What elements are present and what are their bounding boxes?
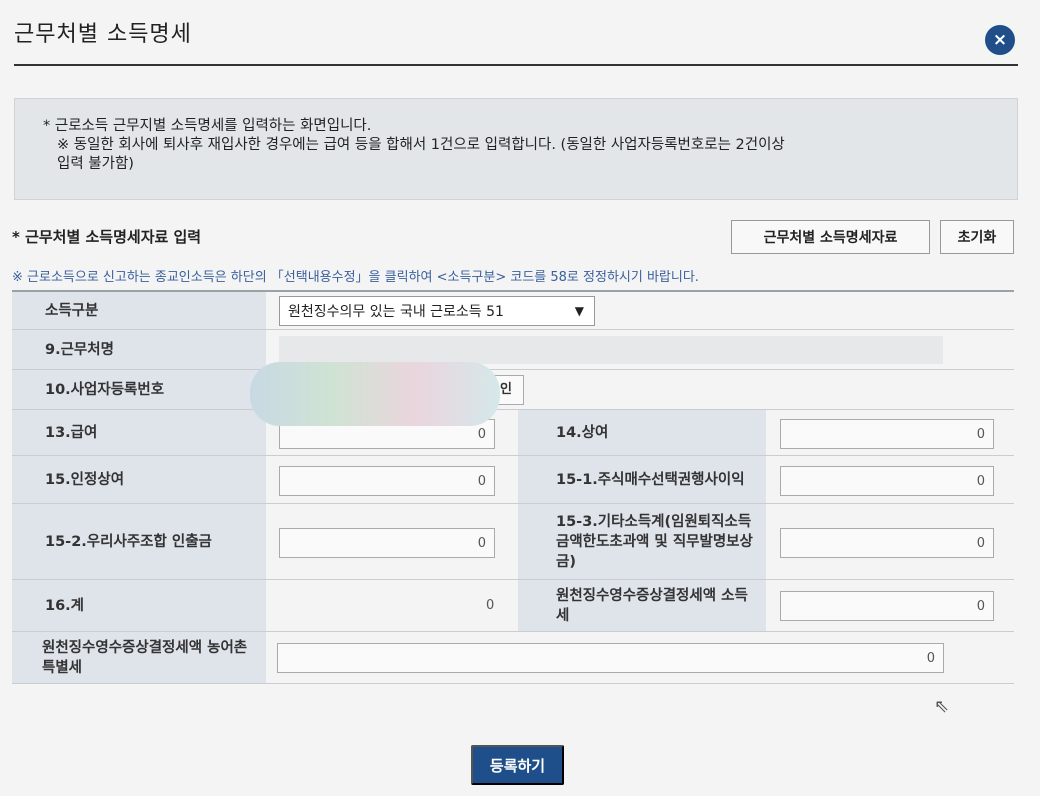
stock-option-label: 15-1.주식매수선택권행사이익 bbox=[518, 456, 766, 503]
rural-tax-label: 원천징수영수증상결정세액 농어촌특별세 bbox=[12, 632, 266, 683]
esop-label: 15-2.우리사주조합 인출금 bbox=[12, 504, 266, 579]
chevron-down-icon: ▼ bbox=[574, 304, 584, 318]
row-salary: 13.급여 14.상여 bbox=[12, 410, 1014, 456]
row-deemed-bonus: 15.인정상여 15-1.주식매수선택권행사이익 bbox=[12, 456, 1014, 504]
income-tax-label: 원천징수영수증상결정세액 소득세 bbox=[518, 580, 766, 631]
notice-box: * 근로소득 근무지별 소득명세를 입력하는 화면입니다. ※ 동일한 회사에 … bbox=[14, 98, 1018, 200]
title-divider bbox=[14, 64, 1018, 66]
row-esop: 15-2.우리사주조합 인출금 15-3.기타소득계(임원퇴직소득금액한도초과액… bbox=[12, 504, 1014, 580]
total-value: 0 bbox=[486, 598, 495, 613]
income-type-select[interactable]: 원천징수의무 있는 국내 근로소득 51 ▼ bbox=[279, 296, 595, 326]
workplace-field[interactable] bbox=[279, 336, 943, 364]
notice-line-2: ※ 동일한 회사에 퇴사후 재입사한 경우에는 급여 등을 합해서 1건으로 입… bbox=[57, 137, 785, 153]
row-workplace: 9.근무처명 bbox=[12, 330, 1014, 370]
close-icon[interactable]: × bbox=[985, 25, 1015, 55]
reset-button[interactable]: 초기화 bbox=[940, 220, 1014, 254]
rural-tax-input[interactable] bbox=[277, 643, 944, 673]
income-detail-modal: 근무처별 소득명세 × * 근로소득 근무지별 소득명세를 입력하는 화면입니다… bbox=[0, 0, 1040, 796]
other-income-label: 15-3.기타소득계(임원퇴직소득금액한도초과액 및 직무발명보상금) bbox=[518, 504, 766, 579]
bonus-label: 14.상여 bbox=[518, 410, 766, 455]
bonus-input[interactable] bbox=[780, 419, 994, 449]
submit-button[interactable]: 등록하기 bbox=[471, 745, 564, 785]
row-bizno: 10.사업자등록번호 인 bbox=[12, 370, 1014, 410]
row-total: 16.계 0 원천징수영수증상결정세액 소득세 bbox=[12, 580, 1014, 632]
bizno-label: 10.사업자등록번호 bbox=[12, 370, 266, 409]
notice-line-1: * 근로소득 근무지별 소득명세를 입력하는 화면입니다. bbox=[43, 118, 372, 134]
income-form: 소득구분 원천징수의무 있는 국내 근로소득 51 ▼ 9.근무처명 10.사업… bbox=[12, 290, 1014, 684]
redacted-area bbox=[250, 362, 500, 426]
salary-label: 13.급여 bbox=[12, 410, 266, 455]
deemed-bonus-input[interactable] bbox=[279, 466, 495, 496]
income-tax-input[interactable] bbox=[780, 591, 994, 621]
other-income-input[interactable] bbox=[780, 528, 994, 558]
mouse-cursor-icon: ⇖ bbox=[934, 696, 950, 717]
income-detail-data-button[interactable]: 근무처별 소득명세자료 bbox=[731, 220, 930, 254]
total-label: 16.계 bbox=[12, 580, 266, 631]
notice-line-3: 입력 불가함) bbox=[57, 156, 134, 172]
row-rural-tax: 원천징수영수증상결정세액 농어촌특별세 bbox=[12, 632, 1014, 684]
section-title: * 근무처별 소득명세자료 입력 bbox=[12, 228, 202, 246]
income-type-value: 원천징수의무 있는 국내 근로소득 51 bbox=[288, 304, 504, 320]
stock-option-input[interactable] bbox=[780, 466, 994, 496]
esop-input[interactable] bbox=[279, 528, 495, 558]
deemed-bonus-label: 15.인정상여 bbox=[12, 456, 266, 503]
warning-text: ※ 근로소득으로 신고하는 종교인소득은 하단의 「선택내용수정」을 클릭하여 … bbox=[12, 270, 699, 285]
workplace-label: 9.근무처명 bbox=[12, 330, 266, 369]
income-type-label: 소득구분 bbox=[12, 292, 266, 329]
modal-title: 근무처별 소득명세 bbox=[14, 22, 192, 47]
row-income-type: 소득구분 원천징수의무 있는 국내 근로소득 51 ▼ bbox=[12, 292, 1014, 330]
